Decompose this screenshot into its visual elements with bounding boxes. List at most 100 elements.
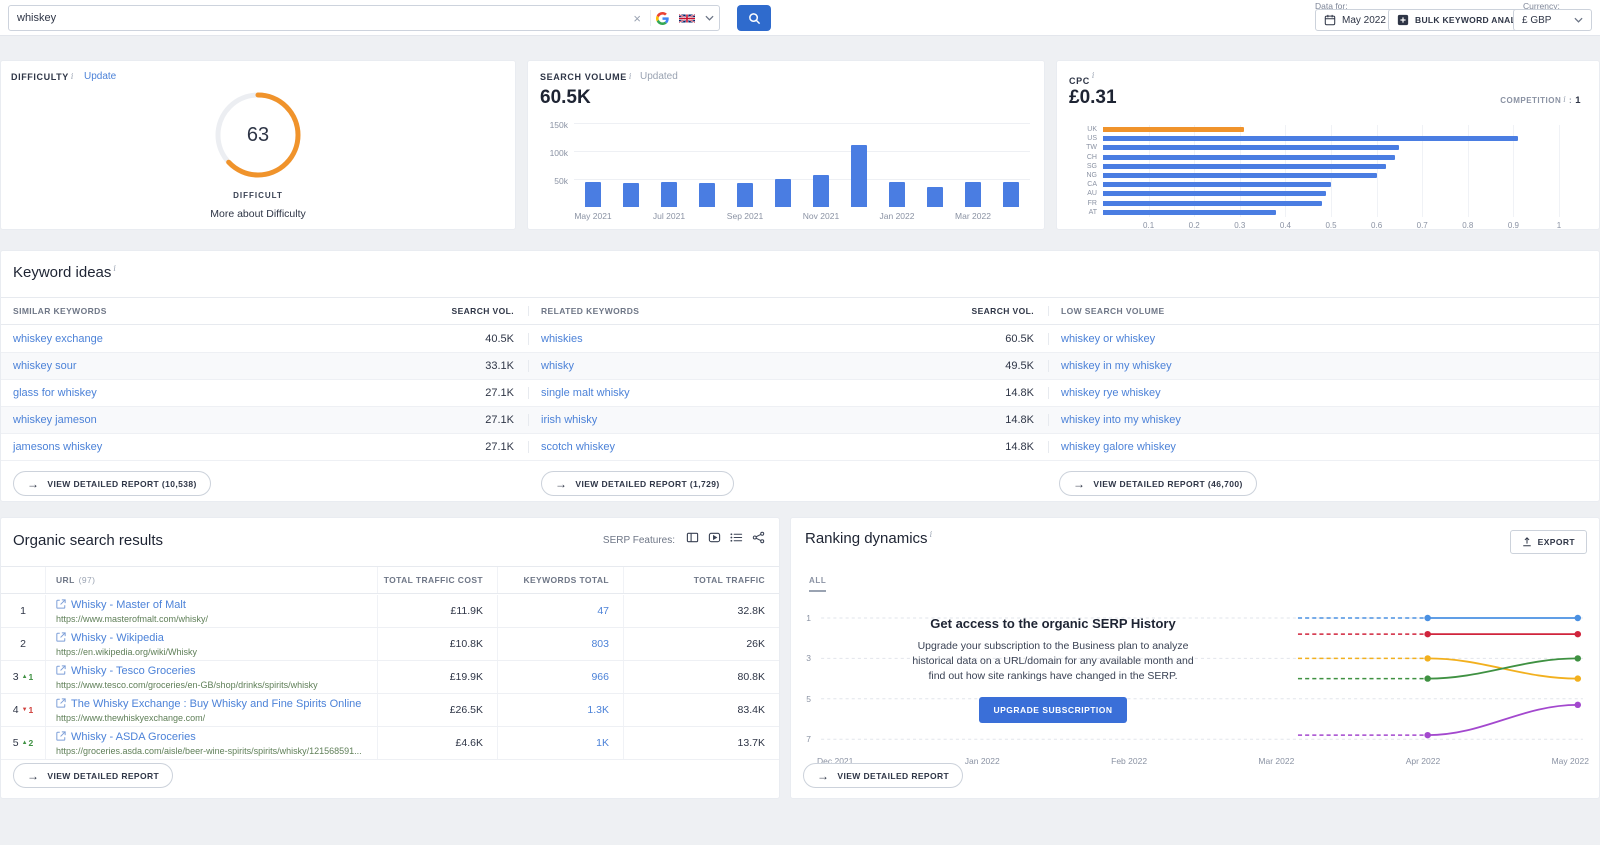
uk-flag-icon[interactable] — [674, 13, 700, 24]
related-keyword-link[interactable]: single malt whisky — [529, 387, 866, 399]
line-blue-point — [1424, 614, 1431, 622]
search-engine-chevron-icon[interactable] — [700, 15, 719, 21]
cpc-country-row: UK — [1087, 125, 1559, 134]
low-volume-keyword-link[interactable]: whiskey rye whiskey — [1049, 387, 1599, 399]
low-volume-keyword-link[interactable]: whiskey galore whiskey — [1049, 441, 1599, 453]
related-keyword-link[interactable]: whisky — [529, 360, 866, 372]
rank-number: 2 — [20, 638, 26, 650]
low-volume-report-button[interactable]: → VIEW DETAILED REPORT (46,700) — [1059, 471, 1257, 496]
related-keywords-report-button[interactable]: → VIEW DETAILED REPORT (1,729) — [541, 471, 734, 496]
currency-value: £ GBP — [1522, 14, 1552, 26]
difficulty-update-link[interactable]: Update — [84, 71, 116, 82]
ranking-report-button[interactable]: → VIEW DETAILED REPORT — [803, 763, 964, 788]
cpc-axis-tick: 0.8 — [1462, 221, 1474, 230]
line-green-point — [1424, 675, 1431, 682]
result-title-link[interactable]: Whisky - ASDA Groceries — [56, 730, 196, 744]
keywords-total-link[interactable]: 803 — [497, 628, 623, 660]
volume-x-label — [992, 211, 1030, 221]
similar-keyword-link[interactable]: jamesons whiskey — [1, 441, 338, 453]
cpc-axis-tick: 1 — [1556, 221, 1562, 230]
low-volume-keyword-link[interactable]: whiskey into my whiskey — [1049, 414, 1599, 426]
result-title-link[interactable]: Whisky - Master of Malt — [56, 598, 186, 612]
info-icon[interactable]: i — [629, 72, 632, 81]
keywords-total-link[interactable]: 966 — [497, 661, 623, 693]
cpc-by-country-chart: UK US TW CH SG NG CA AU FR AT — [1086, 125, 1560, 217]
info-icon[interactable]: i — [71, 72, 74, 81]
traffic-cost-value: £4.6K — [377, 727, 497, 759]
volume-y-tick: 100k — [549, 148, 568, 158]
related-keyword-link[interactable]: whiskies — [529, 333, 866, 345]
volume-bar — [889, 182, 905, 207]
related-keyword-volume: 14.8K — [866, 414, 1049, 426]
more-about-difficulty-link[interactable]: More about Difficulty — [1, 208, 515, 220]
cpc-bar — [1103, 163, 1386, 169]
info-icon[interactable]: i — [930, 530, 933, 539]
similar-keyword-link[interactable]: whiskey jameson — [1, 414, 338, 426]
info-icon[interactable]: i — [113, 264, 116, 273]
line-blue-point — [1574, 614, 1582, 622]
keywords-total-link[interactable]: 1.3K — [497, 694, 623, 726]
date-picker-button[interactable]: May 2022 — [1315, 9, 1395, 31]
line-purple — [1427, 703, 1578, 737]
similar-keyword-volume: 27.1K — [338, 387, 529, 399]
related-keyword-link[interactable]: irish whisky — [529, 414, 866, 426]
topbar: × Data for: May 2022 BULK KEYWORD ANALYS… — [0, 0, 1600, 36]
low-volume-keyword-link[interactable]: whiskey in my whiskey — [1049, 360, 1599, 372]
volume-bar — [699, 183, 715, 207]
col-search-vol-1: SEARCH VOL. — [338, 306, 529, 316]
result-title-link[interactable]: Whisky - Wikipedia — [56, 631, 164, 645]
result-title-link[interactable]: Whisky - Tesco Groceries — [56, 664, 196, 678]
low-volume-keyword-link[interactable]: whiskey or whiskey — [1049, 333, 1599, 345]
cpc-axis-tick: 0.2 — [1188, 221, 1200, 230]
keyword-ideas-row: jamesons whiskey 27.1K scotch whiskey 14.8K… — [1, 434, 1599, 461]
similar-keyword-volume: 33.1K — [338, 360, 529, 372]
serp-feature-list-icon[interactable] — [730, 531, 743, 549]
export-button[interactable]: EXPORT — [1509, 530, 1587, 554]
keyword-search-box: × — [8, 5, 720, 31]
col-traffic-cost: TOTAL TRAFFIC COST — [377, 567, 497, 593]
col-total-traffic: TOTAL TRAFFIC — [623, 567, 779, 593]
similar-keyword-volume: 27.1K — [338, 441, 529, 453]
tab-all[interactable]: ALL — [809, 576, 827, 592]
col-low-search-volume: LOW SEARCH VOLUME — [1061, 306, 1165, 316]
google-icon[interactable] — [651, 11, 674, 25]
arrow-right-icon: → — [1073, 476, 1086, 491]
volume-bar-slot — [992, 123, 1030, 207]
keyword-search-input[interactable] — [9, 12, 625, 24]
magnifier-icon — [748, 12, 760, 24]
serp-feature-sitelinks-icon[interactable] — [752, 531, 765, 549]
line-purple-point — [1424, 731, 1431, 739]
result-title-text: Whisky - Wikipedia — [71, 632, 164, 644]
result-url: https://www.tesco.com/groceries/en-GB/sh… — [56, 679, 318, 690]
ranking-y-tick: 5 — [806, 693, 811, 704]
result-title-link[interactable]: The Whisky Exchange : Buy Whisky and Fin… — [56, 697, 361, 711]
currency-select[interactable]: £ GBP — [1513, 9, 1592, 31]
info-icon[interactable]: i — [1563, 95, 1566, 104]
related-keyword-link[interactable]: scotch whiskey — [529, 441, 866, 453]
cpc-bar-track — [1103, 154, 1559, 160]
difficulty-gauge: 63 — [210, 87, 306, 183]
volume-bar-slot — [650, 123, 688, 207]
cpc-country-row: TW — [1086, 143, 1559, 152]
similar-keyword-link[interactable]: glass for whiskey — [1, 387, 338, 399]
similar-keywords-report-button[interactable]: → VIEW DETAILED REPORT (10,538) — [13, 471, 211, 496]
clear-search-icon[interactable]: × — [624, 11, 650, 26]
keywords-total-link[interactable]: 47 — [497, 595, 623, 627]
rank-change-value: 1 — [28, 705, 34, 715]
organic-report-button[interactable]: → VIEW DETAILED REPORT — [13, 763, 174, 788]
col-keywords-total: KEYWORDS TOTAL — [497, 567, 623, 593]
keywords-total-link[interactable]: 1K — [497, 727, 623, 759]
serp-feature-video-icon[interactable] — [708, 531, 721, 549]
similar-keyword-link[interactable]: whiskey exchange — [1, 333, 338, 345]
serp-feature-snippet-icon[interactable] — [686, 531, 699, 549]
cpc-bar — [1103, 182, 1331, 188]
info-icon[interactable]: i — [1092, 71, 1095, 80]
search-button[interactable] — [737, 5, 771, 31]
upgrade-subscription-button[interactable]: UPGRADE SUBSCRIPTION — [979, 696, 1127, 723]
volume-x-label: Mar 2022 — [955, 211, 991, 221]
keyword-ideas-row: whiskey sour 33.1K whisky 49.5K whiskey in m… — [1, 353, 1599, 380]
similar-keyword-link[interactable]: whiskey sour — [1, 360, 338, 372]
rank-change-arrow-icon: ▼ — [21, 707, 28, 713]
traffic-cost-value: £26.5K — [377, 694, 497, 726]
cpc-country-label: AU — [1087, 190, 1097, 198]
